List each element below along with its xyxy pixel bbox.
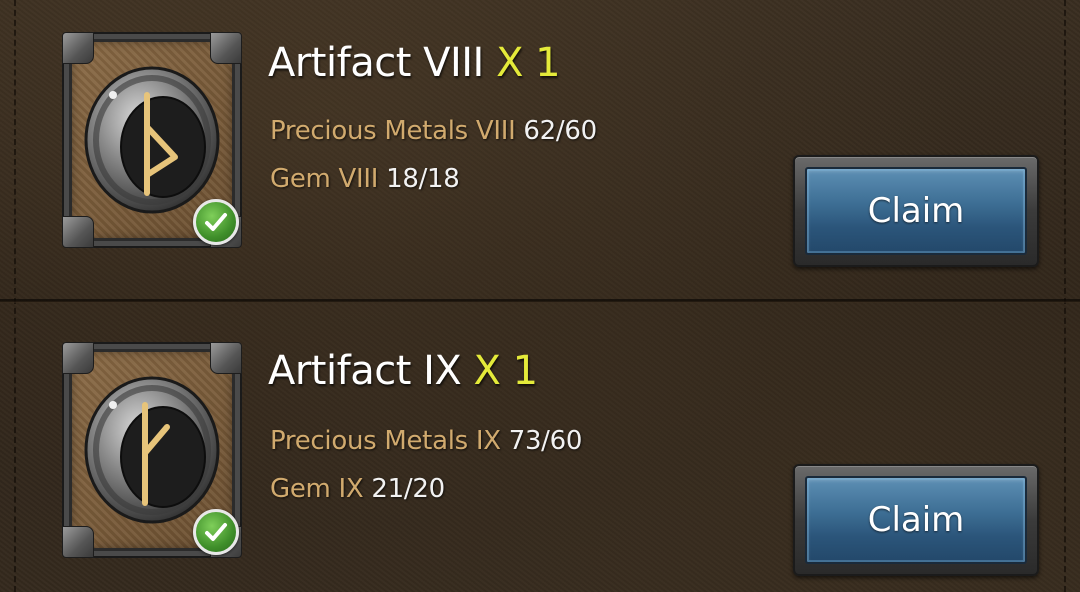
- requirement: Precious Metals IX 73/60: [270, 426, 582, 456]
- claim-button[interactable]: Claim: [805, 167, 1027, 255]
- artifact-quantity: X 1: [473, 348, 539, 394]
- artifact-name: Artifact IX: [268, 348, 462, 394]
- requirement: Precious Metals VIII 62/60: [270, 116, 597, 146]
- requirement-count: 73/60: [508, 426, 583, 456]
- requirement-count: 21/20: [371, 474, 445, 504]
- requirement-count: 62/60: [523, 116, 597, 146]
- reward-row: Artifact VIII X 1 Precious Metals VIII 6…: [0, 0, 1080, 300]
- claim-button[interactable]: Claim: [805, 476, 1027, 564]
- artifact-icon-frame[interactable]: [62, 32, 242, 248]
- frame-corner: [210, 32, 242, 64]
- frame-corner: [62, 216, 94, 248]
- complete-check-icon: [193, 199, 239, 245]
- frame-corner: [62, 32, 94, 64]
- claim-button-frame: Claim: [793, 155, 1039, 267]
- requirement-name: Gem VIII: [270, 164, 379, 194]
- artifact-name: Artifact VIII: [268, 40, 484, 86]
- artifact-title: Artifact VIII X 1: [268, 40, 561, 86]
- rune-shield-icon: [84, 376, 220, 524]
- rune-shield-icon: [84, 66, 220, 214]
- requirement-name: Precious Metals VIII: [270, 116, 516, 146]
- claim-button-frame: Claim: [793, 464, 1039, 576]
- frame-corner: [62, 342, 94, 374]
- requirement-name: Precious Metals IX: [270, 426, 501, 456]
- complete-check-icon: [193, 509, 239, 555]
- requirement-name: Gem IX: [270, 474, 364, 504]
- artifact-title: Artifact IX X 1: [268, 348, 538, 394]
- artifact-quantity: X 1: [496, 40, 561, 86]
- artifact-reward-panel: Artifact VIII X 1 Precious Metals VIII 6…: [0, 0, 1080, 592]
- frame-corner: [210, 342, 242, 374]
- requirement: Gem IX 21/20: [270, 474, 445, 504]
- reward-row: Artifact IX X 1 Precious Metals IX 73/60…: [0, 302, 1080, 592]
- artifact-icon-frame[interactable]: [62, 342, 242, 558]
- frame-corner: [62, 526, 94, 558]
- requirement: Gem VIII 18/18: [270, 164, 460, 194]
- requirement-count: 18/18: [386, 164, 460, 194]
